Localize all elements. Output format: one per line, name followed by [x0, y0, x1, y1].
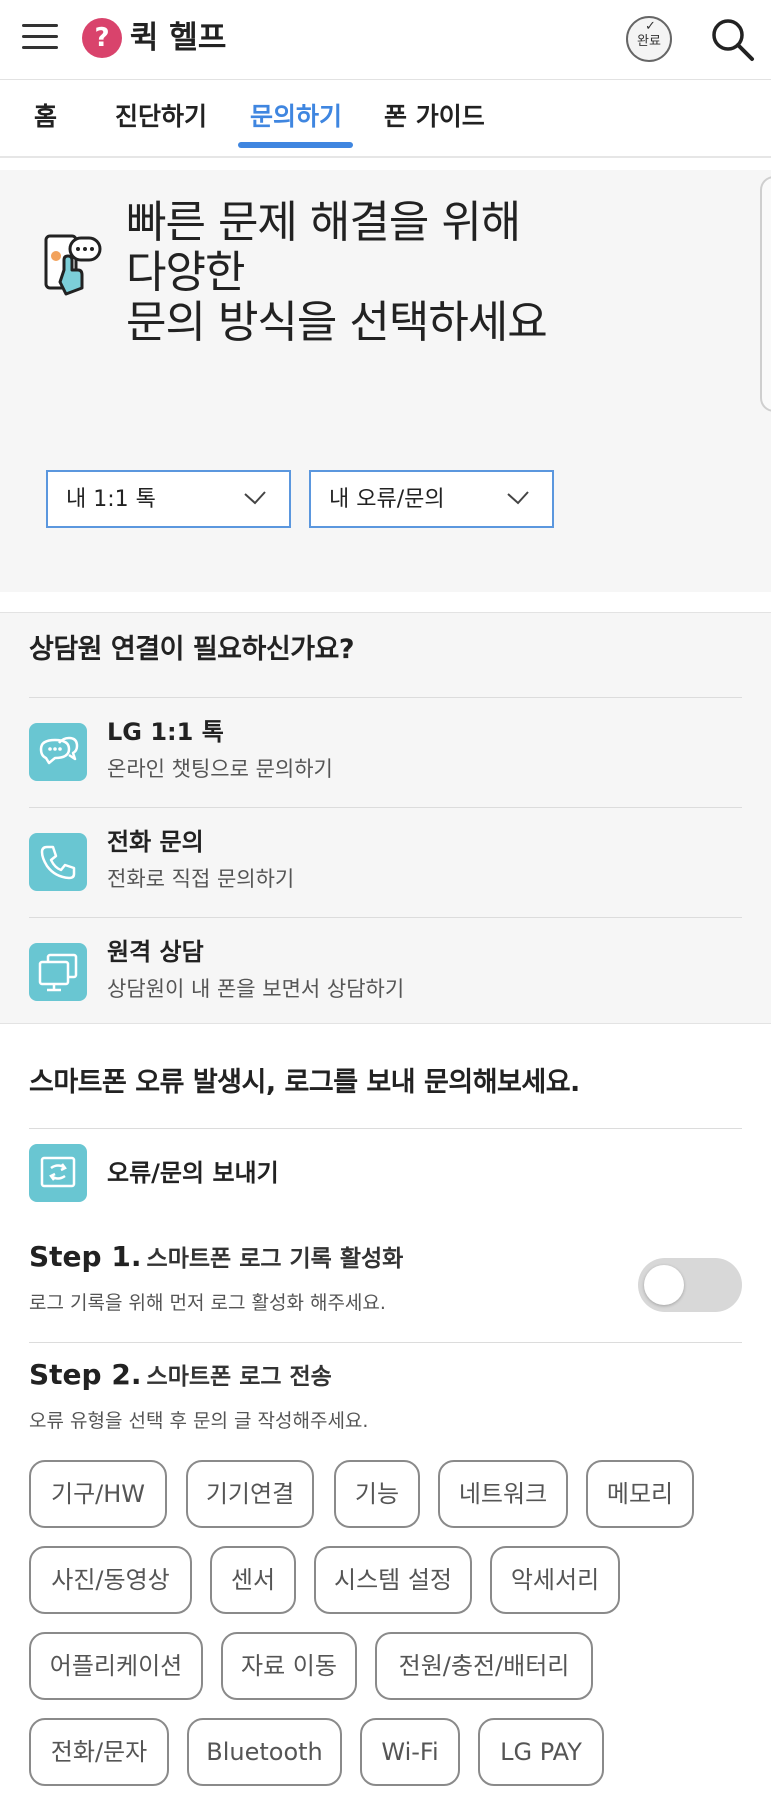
checkmark-icon: ✓	[645, 19, 656, 34]
chip-sensor[interactable]: 센서	[210, 1546, 296, 1614]
phone-chat-icon	[42, 230, 104, 310]
chip-hardware[interactable]: 기구/HW	[29, 1460, 167, 1528]
chip-wifi[interactable]: Wi-Fi	[360, 1718, 460, 1786]
my-chat-selector[interactable]: 내 1:1 톡	[46, 470, 291, 528]
chip-lg-pay[interactable]: LG PAY	[478, 1718, 604, 1786]
toggle-knob	[644, 1265, 684, 1305]
send-error-inquiry-item[interactable]: 오류/문의 보내기	[0, 1144, 771, 1224]
remote-support-title: 원격 상담	[107, 938, 204, 966]
active-tab-indicator	[238, 142, 353, 148]
log-send-icon	[29, 1144, 87, 1202]
remote-support-subtitle: 상담원이 내 폰을 보면서 상담하기	[107, 977, 405, 1001]
divider	[29, 807, 742, 808]
send-error-inquiry-label: 오류/문의 보내기	[107, 1159, 279, 1187]
search-icon[interactable]	[708, 16, 756, 64]
log-enable-toggle[interactable]	[638, 1258, 742, 1312]
hero-line-2: 다양한	[126, 247, 245, 298]
phone-icon	[29, 833, 87, 891]
chip-network[interactable]: 네트워크	[438, 1460, 568, 1528]
chip-accessory[interactable]: 악세서리	[490, 1546, 620, 1614]
phone-inquiry-title: 전화 문의	[107, 828, 204, 856]
tab-phone-guide[interactable]: 폰 가이드	[384, 102, 485, 132]
my-chat-label: 내 1:1 톡	[66, 487, 156, 512]
divider	[29, 917, 742, 918]
step1-description: 로그 기록을 위해 먼저 로그 활성화 해주세요.	[29, 1292, 386, 1314]
chip-application[interactable]: 어플리케이션	[29, 1632, 203, 1700]
counselor-section: 상담원 연결이 필요하신가요? LG 1:1 톡 온라인 챗팅으로 문의하기 전…	[0, 612, 771, 1024]
done-label: 완료	[637, 34, 661, 49]
chip-function[interactable]: 기능	[334, 1460, 420, 1528]
remote-support-item[interactable]: 원격 상담 상담원이 내 폰을 보면서 상담하기	[0, 919, 771, 1019]
remote-screen-icon	[29, 943, 87, 1001]
check-chevron-icon	[243, 486, 267, 510]
quick-help-logo-icon: ?	[82, 18, 122, 58]
hamburger-menu-icon[interactable]	[22, 22, 58, 52]
step2-heading: Step 2. 스마트폰 로그 전송	[29, 1358, 332, 1396]
error-log-section: 스마트폰 오류 발생시, 로그를 보내 문의해보세요. 오류/문의 보내기 St…	[0, 1044, 771, 1801]
chat-bubbles-icon	[29, 723, 87, 781]
hero-line-1: 빠른 문제 해결을 위해	[126, 197, 521, 248]
chip-call-message[interactable]: 전화/문자	[29, 1718, 169, 1786]
chip-data-transfer[interactable]: 자료 이동	[221, 1632, 357, 1700]
hero-line-3: 문의 방식을 선택하세요	[126, 297, 548, 348]
hero-section: 빠른 문제 해결을 위해 다양한 문의 방식을 선택하세요 내 1:1 톡 내 …	[0, 170, 771, 592]
tab-bar: 홈 진단하기 문의하기 폰 가이드	[0, 80, 771, 158]
chip-system-settings[interactable]: 시스템 설정	[314, 1546, 472, 1614]
chip-memory[interactable]: 메모리	[586, 1460, 694, 1528]
my-error-inquiry-label: 내 오류/문의	[329, 487, 445, 512]
app-header: ? 퀵 헬프 ✓ 완료	[0, 0, 771, 80]
error-log-section-title: 스마트폰 오류 발생시, 로그를 보내 문의해보세요.	[29, 1067, 580, 1098]
step1-text: 스마트폰 로그 기록 활성화	[146, 1246, 404, 1272]
chip-power-battery[interactable]: 전원/충전/배터리	[375, 1632, 593, 1700]
chip-device-connection[interactable]: 기기연결	[186, 1460, 314, 1528]
app-title: 퀵 헬프	[130, 20, 227, 56]
done-button[interactable]: ✓ 완료	[626, 16, 672, 62]
chip-photo-video[interactable]: 사진/동영상	[29, 1546, 192, 1614]
chip-bluetooth[interactable]: Bluetooth	[187, 1718, 342, 1786]
phone-inquiry-subtitle: 전화로 직접 문의하기	[107, 867, 295, 891]
step2-number: Step 2.	[29, 1358, 142, 1391]
step2-text: 스마트폰 로그 전송	[146, 1364, 332, 1390]
step1-number: Step 1.	[29, 1240, 142, 1273]
lg-chat-title: LG 1:1 톡	[107, 718, 224, 746]
lg-chat-subtitle: 온라인 챗팅으로 문의하기	[107, 757, 333, 781]
side-panel-handle[interactable]	[760, 176, 771, 412]
divider	[29, 1128, 742, 1129]
step1-heading: Step 1. 스마트폰 로그 기록 활성화	[29, 1240, 403, 1278]
lg-chat-item[interactable]: LG 1:1 톡 온라인 챗팅으로 문의하기	[0, 699, 771, 799]
tab-home[interactable]: 홈	[34, 102, 57, 132]
divider	[29, 1342, 742, 1343]
counselor-section-title: 상담원 연결이 필요하신가요?	[29, 634, 355, 665]
tab-diagnose[interactable]: 진단하기	[115, 102, 207, 132]
my-error-inquiry-selector[interactable]: 내 오류/문의	[309, 470, 554, 528]
divider	[29, 697, 742, 698]
step2-description: 오류 유형을 선택 후 문의 글 작성해주세요.	[29, 1410, 369, 1432]
tab-inquiry[interactable]: 문의하기	[250, 102, 342, 132]
phone-inquiry-item[interactable]: 전화 문의 전화로 직접 문의하기	[0, 809, 771, 909]
check-chevron-icon	[506, 486, 530, 510]
